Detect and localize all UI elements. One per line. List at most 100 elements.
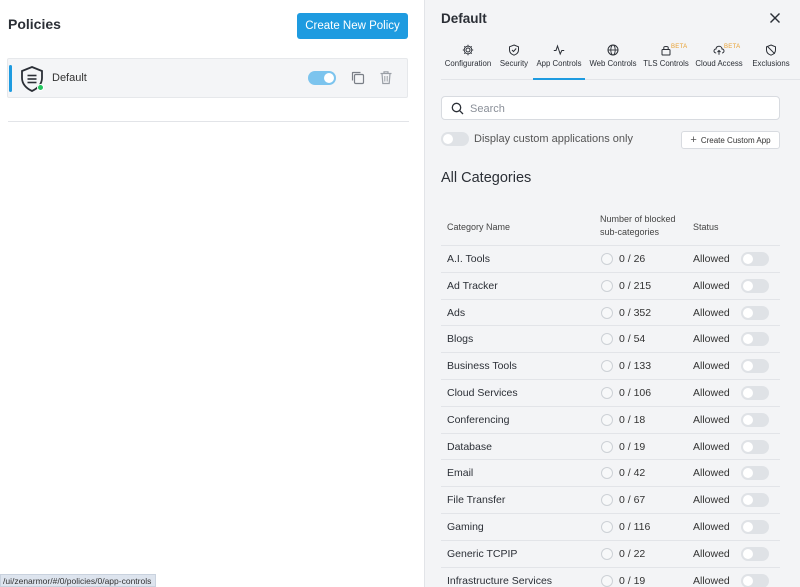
policy-name: Default: [52, 72, 87, 84]
category-block-toggle[interactable]: [741, 546, 769, 561]
category-block-toggle[interactable]: [741, 493, 769, 508]
column-header-blocked-count: Number of blocked sub-categories: [600, 214, 676, 237]
tab-label: Exclusions: [752, 59, 790, 68]
category-block-toggle[interactable]: [741, 359, 769, 374]
tab-configuration[interactable]: Configuration: [443, 40, 493, 80]
category-block-indicator[interactable]: [601, 386, 613, 399]
search-input[interactable]: [470, 100, 770, 117]
category-block-indicator[interactable]: [601, 306, 613, 319]
online-status-dot: [37, 84, 44, 91]
gear-icon: [462, 44, 474, 56]
custom-apps-only-label: Display custom applications only: [474, 133, 633, 145]
tab-label: Configuration: [444, 59, 492, 68]
table-row[interactable]: Ad Tracker 0 / 215 Allowed: [441, 273, 780, 300]
table-row[interactable]: Generic TCPIP 0 / 22 Allowed: [441, 541, 780, 568]
blocked-count: 0 / 42: [619, 467, 646, 480]
close-icon[interactable]: [769, 12, 781, 24]
category-block-indicator[interactable]: [601, 494, 613, 507]
status-text: Allowed: [693, 467, 730, 480]
shield-icon: [509, 44, 519, 56]
drawer-title: Default: [441, 11, 487, 26]
status-text: Allowed: [693, 333, 730, 346]
table-row[interactable]: Infrastructure Services 0 / 19 Allowed: [441, 568, 780, 587]
category-block-toggle[interactable]: [741, 573, 769, 587]
category-block-toggle[interactable]: [741, 439, 769, 454]
category-block-toggle[interactable]: [741, 412, 769, 427]
policy-tabs: Configuration Security App Controls Web …: [441, 40, 800, 80]
copy-icon[interactable]: [350, 70, 365, 85]
policy-item-default[interactable]: Default: [7, 58, 408, 98]
policies-panel: Policies Create New Policy Default: [0, 0, 425, 587]
blocked-count: 0 / 106: [619, 386, 652, 399]
category-block-indicator[interactable]: [601, 253, 613, 265]
category-block-indicator[interactable]: [601, 413, 613, 426]
page-title: Policies: [8, 16, 61, 32]
beta-badge: BETA: [724, 44, 741, 50]
category-block-toggle[interactable]: [741, 252, 769, 266]
table-row[interactable]: Email 0 / 42 Allowed: [441, 460, 780, 488]
category-block-indicator[interactable]: [601, 360, 613, 373]
blocked-count: 0 / 67: [619, 494, 646, 507]
category-block-indicator[interactable]: [601, 547, 613, 560]
status-text: Allowed: [693, 360, 730, 373]
status-text: Allowed: [693, 547, 730, 560]
category-name: Ad Tracker: [447, 279, 498, 292]
category-name: A.I. Tools: [447, 253, 490, 265]
blocked-count: 0 / 116: [619, 520, 651, 533]
table-row[interactable]: Database 0 / 19 Allowed: [441, 434, 780, 461]
globe-icon: [607, 44, 619, 56]
blocked-count: 0 / 26: [619, 253, 646, 265]
category-block-toggle[interactable]: [741, 385, 769, 400]
category-name: File Transfer: [447, 494, 506, 507]
tab-exclusions[interactable]: Exclusions: [747, 40, 795, 80]
tab-security[interactable]: Security: [496, 40, 532, 80]
section-title: All Categories: [441, 170, 532, 186]
tab-cloud-access[interactable]: BETA Cloud Access: [693, 40, 745, 80]
blocked-count: 0 / 19: [619, 440, 646, 453]
tab-label: Web Controls: [589, 59, 637, 68]
status-text: Allowed: [693, 574, 730, 587]
status-text: Allowed: [693, 386, 730, 399]
category-block-toggle[interactable]: [741, 519, 769, 534]
category-block-indicator[interactable]: [601, 333, 613, 346]
category-block-toggle[interactable]: [741, 278, 769, 293]
category-block-toggle[interactable]: [741, 466, 769, 481]
tab-tls-controls[interactable]: BETA TLS Controls: [641, 40, 691, 80]
category-name: Email: [447, 467, 474, 480]
blocked-count: 0 / 54: [619, 333, 646, 346]
custom-apps-only-toggle[interactable]: [441, 132, 469, 146]
trash-icon[interactable]: [379, 70, 393, 85]
table-row[interactable]: Conferencing 0 / 18 Allowed: [441, 407, 780, 434]
create-custom-app-button[interactable]: + Create Custom App: [681, 131, 780, 149]
status-text: Allowed: [693, 494, 730, 507]
category-table-body: A.I. Tools 0 / 26 Allowed Ad Tracker 0 / 215…: [441, 246, 780, 587]
table-row[interactable]: Cloud Services 0 / 106 Allowed: [441, 380, 780, 407]
browser-status-url: /ui/zenarmor/#/0/policies/0/app-controls: [0, 574, 157, 587]
status-text: Allowed: [693, 279, 730, 292]
category-block-indicator[interactable]: [601, 279, 613, 292]
category-block-indicator[interactable]: [601, 467, 613, 480]
status-text: Allowed: [693, 520, 730, 533]
category-block-indicator[interactable]: [601, 520, 613, 533]
category-name: Infrastructure Services: [447, 574, 553, 587]
table-row[interactable]: File Transfer 0 / 67 Allowed: [441, 487, 780, 514]
table-row[interactable]: Blogs 0 / 54 Allowed: [441, 326, 780, 354]
category-block-indicator[interactable]: [601, 574, 613, 587]
table-row[interactable]: Gaming 0 / 116 Allowed: [441, 514, 780, 541]
category-block-indicator[interactable]: [601, 440, 613, 453]
category-block-toggle[interactable]: [741, 305, 769, 320]
policy-enabled-toggle[interactable]: [308, 71, 336, 85]
create-custom-app-label: Create Custom App: [700, 135, 771, 145]
category-block-toggle[interactable]: [741, 332, 769, 347]
blocked-count: 0 / 352: [619, 306, 652, 319]
column-header-category-name: Category Name: [447, 222, 511, 232]
table-row[interactable]: A.I. Tools 0 / 26 Allowed: [441, 246, 780, 273]
tab-web-controls[interactable]: Web Controls: [587, 40, 639, 80]
category-name: Cloud Services: [447, 386, 518, 399]
category-name: Blogs: [447, 333, 474, 346]
plus-icon: +: [690, 134, 697, 146]
tab-app-controls[interactable]: App Controls: [533, 40, 585, 80]
create-new-policy-button[interactable]: Create New Policy: [297, 13, 408, 39]
table-row[interactable]: Business Tools 0 / 133 Allowed: [441, 353, 780, 380]
table-row[interactable]: Ads 0 / 352 Allowed: [441, 300, 780, 327]
